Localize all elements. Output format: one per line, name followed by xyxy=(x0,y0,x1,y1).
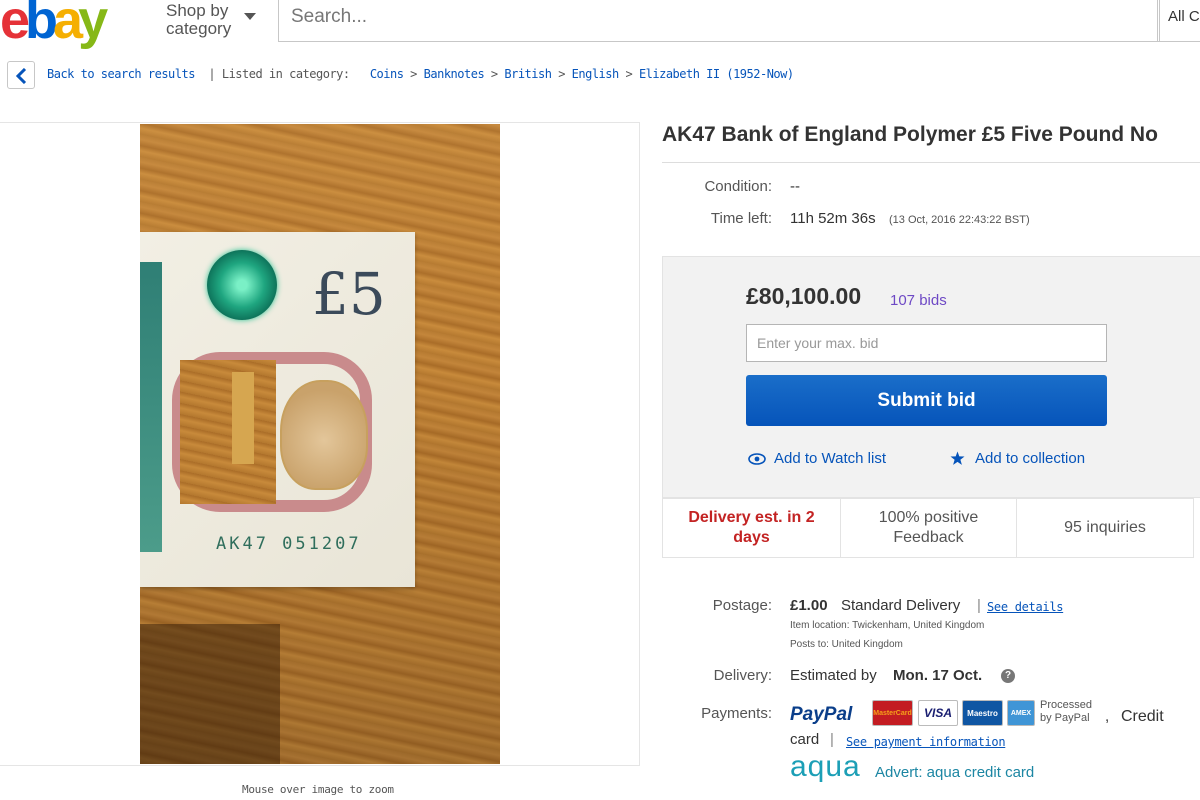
time-left-value: 11h 52m 36s xyxy=(790,210,876,227)
listing-title: AK47 Bank of England Polymer £5 Five Pou… xyxy=(662,123,1158,146)
logo-letter-e: e xyxy=(0,0,30,50)
help-icon[interactable]: ? xyxy=(1001,669,1015,683)
divider xyxy=(662,162,1200,163)
star-icon xyxy=(950,451,965,465)
aqua-advert-link[interactable]: Advert: aqua credit card xyxy=(875,764,1034,781)
breadcrumb-banknotes[interactable]: Banknotes xyxy=(424,67,485,81)
big-ben-icon xyxy=(232,372,254,464)
condition-value: -- xyxy=(790,178,800,195)
end-time: (13 Oct, 2016 22:43:22 BST) xyxy=(889,214,1030,226)
listed-in-label: | Listed in category: xyxy=(208,67,350,81)
breadcrumb-separator: > xyxy=(490,67,498,81)
breadcrumb-elizabeth-ii[interactable]: Elizabeth II (1952-Now) xyxy=(639,67,794,81)
add-to-collection-link[interactable]: Add to collection xyxy=(950,450,1085,467)
processed-line2: by PayPal xyxy=(1040,712,1090,724)
breadcrumb-separator: > xyxy=(410,67,417,81)
shop-by-line2: category xyxy=(166,19,232,38)
back-to-search-link[interactable]: Back to search results xyxy=(47,67,195,81)
watchlist-label: Add to Watch list xyxy=(774,450,886,467)
submit-bid-button[interactable]: Submit bid xyxy=(746,375,1107,426)
maestro-icon: Maestro xyxy=(962,700,1003,726)
banknote-edge xyxy=(140,262,162,552)
paypal-logo: PayPal xyxy=(790,704,853,725)
logo-letter-b: b xyxy=(25,0,58,50)
breadcrumb: Back to search results | Listed in categ… xyxy=(47,67,794,81)
banknote: £5 AK47 051207 xyxy=(140,232,415,587)
shop-by-category-button[interactable]: Shop by category xyxy=(166,1,256,38)
processed-line1: Processed xyxy=(1040,699,1092,711)
aqua-logo[interactable]: aqua xyxy=(790,750,861,784)
see-details-link[interactable]: See details xyxy=(987,600,1063,614)
delivery-label: Delivery: xyxy=(713,667,772,684)
payments-card: card xyxy=(790,731,820,748)
banknote-clear-window xyxy=(180,360,276,504)
postage-method: Standard Delivery xyxy=(841,597,961,614)
payments-comma: , xyxy=(1105,708,1110,725)
processed-by-paypal: Processed by PayPal xyxy=(1040,699,1092,725)
listing-stats: Delivery est. in 2 days 100% positive Fe… xyxy=(662,498,1194,558)
queen-portrait xyxy=(280,380,368,490)
all-categories-select[interactable]: All C xyxy=(1157,0,1200,42)
inquiries-stat: 95 inquiries xyxy=(1064,519,1146,536)
delivery-date: Mon. 17 Oct. xyxy=(893,667,983,684)
banknote-serial: AK47 051207 xyxy=(216,534,362,554)
amex-icon: AMEX xyxy=(1007,700,1035,726)
item-photo[interactable]: £5 AK47 051207 xyxy=(140,124,500,764)
breadcrumb-coins[interactable]: Coins xyxy=(370,67,404,81)
postage-price: £1.00 xyxy=(790,597,828,614)
postage-label: Postage: xyxy=(712,597,772,614)
feedback-stat: 100% positive Feedback xyxy=(841,499,1017,557)
delivery-estimate: Delivery est. in 2 days xyxy=(663,499,841,557)
breadcrumb-british[interactable]: British xyxy=(504,67,552,81)
item-location: Item location: Twickenham, United Kingdo… xyxy=(790,620,985,631)
chevron-down-icon xyxy=(244,13,256,20)
posts-to: Posts to: United Kingdom xyxy=(790,639,903,650)
current-price: £80,100.00 xyxy=(746,283,862,309)
logo-letter-a: a xyxy=(53,0,83,50)
breadcrumb-separator: > xyxy=(558,67,565,81)
hologram-icon xyxy=(207,250,277,320)
breadcrumb-separator: > xyxy=(625,67,633,81)
banknote-denomination: £5 xyxy=(312,260,386,328)
mastercard-icon: MasterCard xyxy=(872,700,913,726)
chevron-left-icon xyxy=(15,68,27,84)
eye-icon xyxy=(748,452,766,465)
collection-label: Add to collection xyxy=(975,450,1086,467)
max-bid-input[interactable] xyxy=(746,324,1107,362)
payments-credit: Credit xyxy=(1121,708,1164,725)
back-button[interactable] xyxy=(7,61,35,89)
condition-label: Condition: xyxy=(704,178,772,195)
logo-letter-y: y xyxy=(78,0,108,50)
photo-shadow xyxy=(140,624,280,764)
add-to-watchlist-link[interactable]: Add to Watch list xyxy=(748,450,886,467)
search-input[interactable]: Search... xyxy=(278,0,1160,42)
time-left-label: Time left: xyxy=(710,210,772,227)
payments-pipe: | xyxy=(830,731,834,748)
delivery-estimated-by: Estimated by xyxy=(790,667,877,684)
shop-by-line1: Shop by xyxy=(166,1,229,20)
postage-separator: | xyxy=(977,597,981,614)
bid-count-link[interactable]: 107 bids xyxy=(890,292,947,309)
zoom-hint: Mouse over image to zoom xyxy=(242,783,394,796)
payments-label: Payments: xyxy=(701,705,772,722)
ebay-logo[interactable]: ebay xyxy=(0,0,150,50)
breadcrumb-english[interactable]: English xyxy=(572,67,620,81)
visa-icon: VISA xyxy=(918,700,958,726)
see-payment-info-link[interactable]: See payment information xyxy=(846,735,1006,749)
